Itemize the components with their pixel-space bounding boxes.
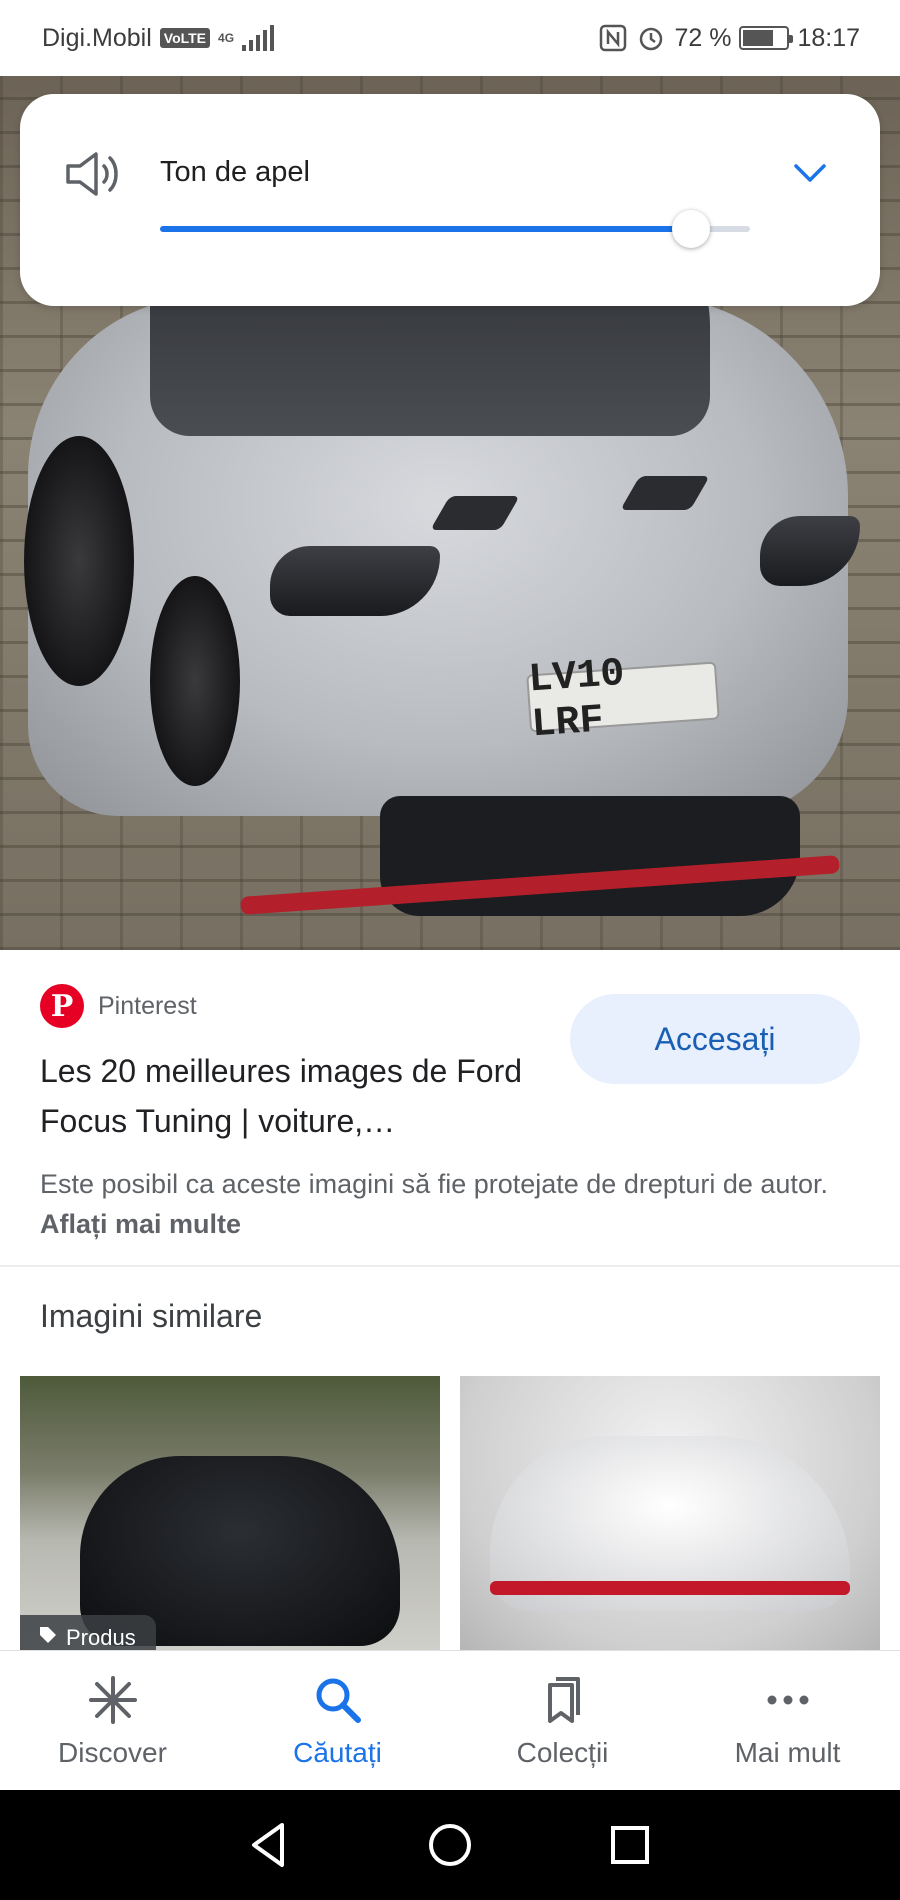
- nav-discover[interactable]: Discover: [0, 1651, 225, 1790]
- tag-icon: [40, 1627, 56, 1643]
- battery-percent: 72 %: [674, 23, 732, 52]
- nav-search[interactable]: Căutați: [225, 1651, 450, 1790]
- more-icon: [767, 1695, 808, 1704]
- source-row[interactable]: P Pinterest: [40, 984, 197, 1028]
- search-icon: [316, 1678, 361, 1723]
- license-plate: LV10 LRF: [526, 652, 720, 748]
- nav-search-label: Căutați: [293, 1736, 382, 1768]
- asterisk-icon: [88, 1675, 137, 1724]
- status-right: 72 % 18:17: [598, 23, 860, 53]
- nav-discover-label: Discover: [58, 1736, 167, 1768]
- volume-slider[interactable]: [160, 210, 750, 248]
- source-name: Pinterest: [98, 991, 197, 1020]
- network-type: 4G: [218, 31, 235, 45]
- system-nav-bar: [0, 1790, 900, 1900]
- nav-more-label: Mai mult: [734, 1736, 841, 1768]
- volume-slider-thumb[interactable]: [672, 210, 710, 248]
- car-wheel-front: [150, 576, 240, 786]
- recents-icon[interactable]: [600, 1815, 660, 1875]
- speaker-icon[interactable]: [62, 146, 126, 202]
- product-badge: Produs: [20, 1615, 156, 1651]
- alarm-icon: [640, 27, 663, 51]
- result-info: P Pinterest Les 20 meilleures images de …: [0, 950, 900, 1265]
- learn-more-link[interactable]: Aflați mai multe: [40, 1209, 241, 1239]
- pinterest-logo-icon: P: [40, 984, 84, 1028]
- volume-panel: Ton de apel: [20, 94, 880, 306]
- similar-image-2[interactable]: [460, 1376, 880, 1651]
- nav-collections[interactable]: Colecții: [450, 1651, 675, 1790]
- copyright-text: Este posibil ca aceste imagini să fie pr…: [40, 1169, 828, 1199]
- battery-icon: [739, 26, 794, 50]
- divider: [0, 1265, 900, 1267]
- copyright-notice: Este posibil ca aceste imagini să fie pr…: [40, 1164, 870, 1244]
- carrier-name: Digi.Mobil: [42, 23, 152, 52]
- chevron-down-icon[interactable]: [790, 152, 830, 192]
- volume-slider-fill: [160, 226, 691, 232]
- product-badge-label: Produs: [66, 1625, 136, 1650]
- back-icon[interactable]: [240, 1815, 300, 1875]
- result-title[interactable]: Les 20 meilleures images de Ford Focus T…: [40, 1046, 540, 1146]
- status-left: Digi.Mobil VoLTE 4G: [42, 23, 275, 53]
- volume-stream-label: Ton de apel: [160, 156, 310, 188]
- similar-images-title: Imagini similare: [40, 1298, 263, 1334]
- battery-fill: [743, 30, 773, 46]
- nav-collections-label: Colecții: [516, 1736, 609, 1768]
- nfc-icon: [600, 24, 627, 52]
- car-wheel-left: [24, 436, 134, 686]
- signal-icon: [242, 25, 275, 51]
- nav-more[interactable]: Mai mult: [675, 1651, 900, 1790]
- clock: 18:17: [797, 23, 860, 52]
- home-icon[interactable]: [420, 1815, 480, 1875]
- bottom-nav: Discover Căutați Colecții Mai mult: [0, 1650, 900, 1790]
- visit-button[interactable]: Accesați: [570, 994, 860, 1084]
- red-stripe-shape: [490, 1581, 850, 1595]
- volte-badge: VoLTE: [159, 28, 211, 48]
- bookmarks-icon: [547, 1676, 580, 1723]
- similar-image-1[interactable]: Produs: [20, 1376, 440, 1651]
- status-bar: Digi.Mobil VoLTE 4G 72 % 18:17: [0, 0, 900, 76]
